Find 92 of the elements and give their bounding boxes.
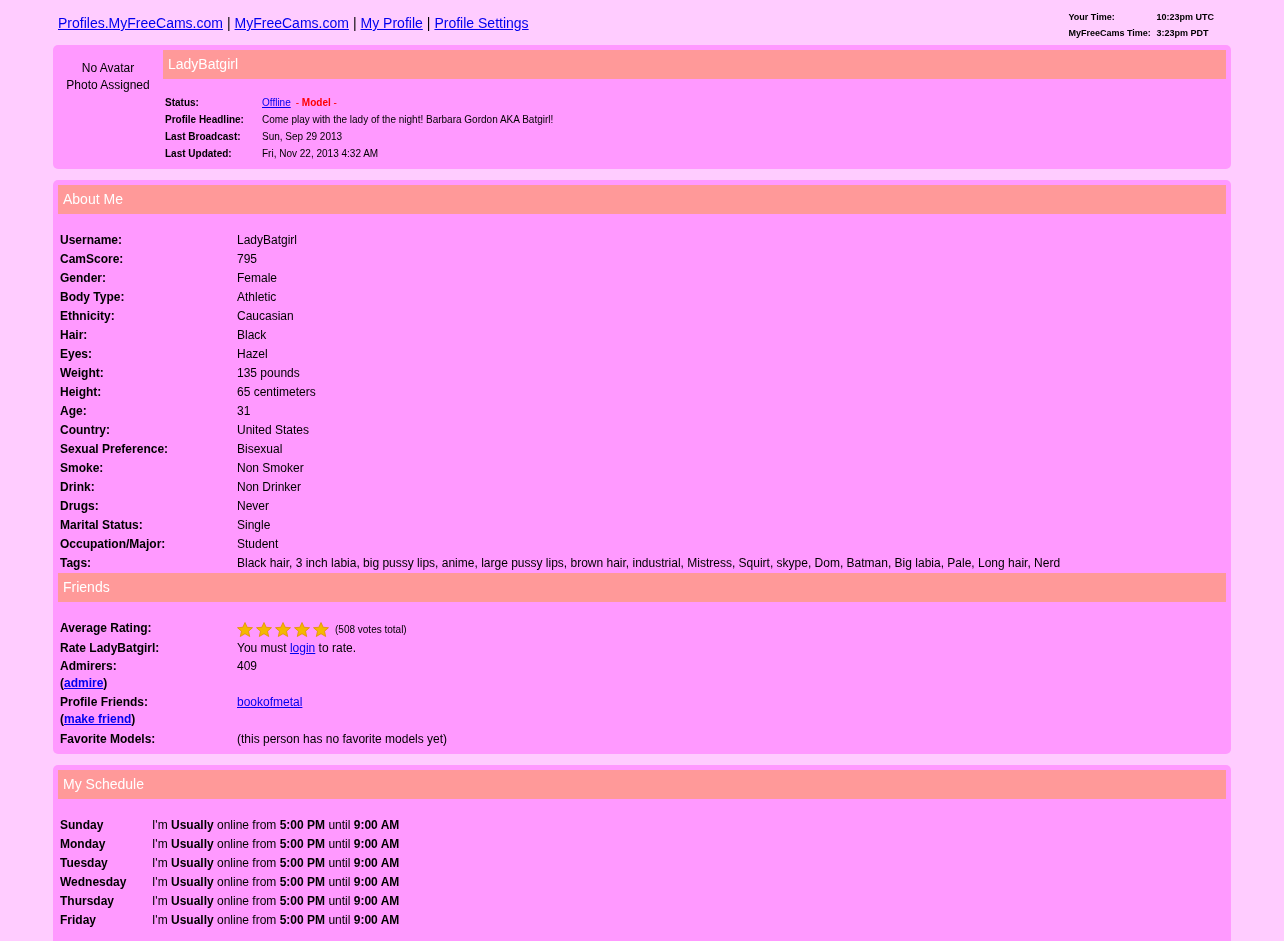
field-value: Bisexual: [237, 441, 283, 458]
field-label: Marital Status:: [60, 517, 144, 534]
action-text: (admire): [60, 675, 109, 692]
field-value: Athletic: [237, 289, 277, 306]
field-label: CamScore:: [60, 251, 125, 268]
friend-link[interactable]: bookofmetal: [237, 694, 303, 728]
schedule-text: I'm Usually online from 5:00 PM until 9:00 AM: [152, 855, 400, 872]
star-icon: [237, 622, 253, 637]
time-value: 10:23pm UTC: [1156, 12, 1214, 22]
field-value: (this person has no favorite models yet): [237, 731, 448, 748]
day-label: Thursday: [60, 893, 115, 910]
field-value: Non Smoker: [237, 460, 304, 477]
no-avatar-text: No Avatar Photo Assigned: [65, 60, 151, 94]
field-label: Eyes:: [60, 346, 94, 363]
field-value: Single: [237, 517, 271, 534]
day-label: Wednesday: [60, 874, 128, 891]
field-label: Height:: [60, 384, 103, 401]
field-label: Hair:: [60, 327, 89, 344]
star-icon: [275, 622, 291, 637]
field-label: Profile Headline:: [165, 113, 245, 127]
field-label: Age:: [60, 403, 88, 420]
field-value: 31: [237, 403, 251, 420]
section-header: Friends: [58, 573, 1226, 602]
nav-link[interactable]: Profile Settings: [434, 10, 529, 37]
schedule-text: I'm Usually online from 5:00 PM until 9:00 AM: [152, 836, 400, 853]
nav-link[interactable]: Profiles.MyFreeCams.com: [58, 10, 223, 37]
star-icon: [313, 622, 329, 637]
action-text: (make friend): [60, 711, 137, 728]
field-value: Never: [237, 498, 269, 515]
field-label: Body Type:: [60, 289, 126, 306]
status-link[interactable]: Offline: [262, 94, 291, 111]
schedule-text: I'm Usually online from 5:00 PM until 9:00 AM: [152, 874, 400, 891]
time-value: 3:23pm PDT: [1156, 28, 1210, 38]
schedule-text: I'm Usually online from 5:00 PM until 9:00 AM: [152, 893, 400, 910]
field-label: Weight:: [60, 365, 105, 382]
field-value: Black: [237, 327, 267, 344]
schedule-text: I'm Usually online from 5:00 PM until 9:00 AM: [152, 817, 400, 834]
star-icon: [294, 622, 310, 637]
field-label: Rate LadyBatgirl:: [60, 640, 161, 657]
field-value: 795: [237, 251, 258, 268]
nav-link[interactable]: MyFreeCams.com: [234, 10, 349, 37]
field-value: Caucasian: [237, 308, 294, 325]
field-label: Drink:: [60, 479, 96, 496]
schedule-text: I'm Usually online from 5:00 PM until 9:00 AM: [152, 912, 400, 929]
field-value: Student: [237, 536, 279, 553]
field-label: Profile Friends:: [60, 694, 149, 711]
field-value: Female: [237, 270, 277, 287]
field-value: LadyBatgirl: [237, 232, 298, 249]
field-label: Country:: [60, 422, 111, 439]
field-value: Come play with the lady of the night! Barbara Gordon AKA Batgirl!: [262, 113, 554, 127]
day-label: Sunday: [60, 817, 105, 834]
field-label: Average Rating:: [60, 620, 153, 637]
star-icon: [256, 622, 272, 637]
day-label: Monday: [60, 836, 107, 853]
field-label: Drugs:: [60, 498, 100, 515]
field-label: Occupation/Major:: [60, 536, 167, 553]
field-value: Black hair, 3 inch labia, big pussy lips, anime, large pussy lips, brown hair, industrial, Mistress, Squirt, skype, Dom, Batman, Big labia, Pale, Long hair, Nerd: [237, 555, 1061, 572]
action-link[interactable]: admire: [64, 676, 104, 690]
field-label: Favorite Models:: [60, 731, 157, 748]
field-label: Gender:: [60, 270, 107, 287]
field-value: 135 pounds: [237, 365, 300, 382]
separator: |: [426, 14, 431, 33]
field-value: Non Drinker: [237, 479, 302, 496]
section-header: My Schedule: [58, 770, 1226, 799]
field-label: Ethnicity:: [60, 308, 116, 325]
field-value: Sun, Sep 29 2013: [262, 130, 343, 144]
field-value: Fri, Nov 22, 2013 4:32 AM: [262, 147, 379, 161]
field-value: 65 centimeters: [237, 384, 316, 401]
field-label: Last Updated:: [165, 147, 233, 161]
separator: |: [226, 14, 231, 33]
field-label: Status:: [165, 96, 200, 110]
field-value: Hazel: [237, 346, 268, 363]
day-label: Tuesday: [60, 855, 109, 872]
login-prompt: You must login to rate.: [237, 640, 356, 657]
field-label: Sexual Preference:: [60, 441, 170, 458]
field-value: United States: [237, 422, 310, 439]
profile-name-header: LadyBatgirl: [163, 50, 1226, 79]
field-label: Smoke:: [60, 460, 105, 477]
field-label: Last Broadcast:: [165, 130, 242, 144]
login-link[interactable]: login: [289, 641, 316, 655]
separator: |: [352, 14, 357, 33]
time-label: Your Time:: [1068, 12, 1116, 22]
day-label: Friday: [60, 912, 97, 929]
field-label: Admirers:: [60, 658, 118, 675]
field-label: Tags:: [60, 555, 93, 572]
section-header: About Me: [58, 185, 1226, 214]
nav-link[interactable]: My Profile: [360, 10, 423, 37]
field-label: Username:: [60, 232, 124, 249]
field-value: 409: [237, 658, 258, 675]
role-text: - Model -: [295, 96, 337, 110]
vote-count: (508 votes total): [335, 623, 407, 637]
time-label: MyFreeCams Time:: [1068, 28, 1152, 38]
